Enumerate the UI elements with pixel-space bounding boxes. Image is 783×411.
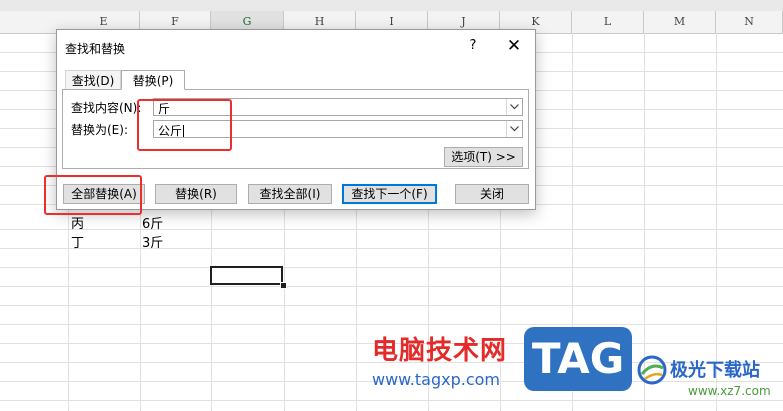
grid-line — [0, 324, 783, 325]
column-header-m[interactable]: M — [644, 11, 716, 33]
column-header-l[interactable]: L — [572, 11, 644, 33]
watermark-url2: www.xz7.com — [688, 384, 771, 398]
tab-replace[interactable]: 替换(P) — [121, 70, 185, 90]
close-button[interactable]: 关闭 — [455, 184, 529, 204]
grid-line — [0, 400, 783, 401]
watermark-brand2: 极光下载站 — [670, 360, 760, 381]
aurora-logo-icon — [636, 354, 668, 386]
find-all-button[interactable]: 查找全部(I) — [248, 184, 332, 204]
find-what-label: 查找内容(N): — [71, 101, 142, 115]
options-button[interactable]: 选项(T) >> — [444, 147, 523, 167]
watermark-url: www.tagxp.com — [372, 370, 500, 389]
tab-find[interactable]: 查找(D) — [65, 70, 121, 90]
column-header-n[interactable]: N — [716, 11, 783, 33]
selected-cell[interactable] — [210, 266, 283, 285]
find-next-button[interactable]: 查找下一个(F) — [342, 184, 437, 204]
replace-button[interactable]: 替换(R) — [155, 184, 237, 204]
replace-panel: 查找内容(N): 斤 替换为(E): 公斤 选项(T) >> — [62, 89, 529, 169]
cell-e-bing[interactable]: 丙 — [71, 213, 84, 232]
highlight-box-inputs — [137, 99, 232, 151]
watermark-site-name: 电脑技术网 — [372, 336, 508, 366]
cell-f-3jin[interactable]: 3斤 — [142, 232, 163, 251]
cell-e-ding[interactable]: 丁 — [71, 232, 84, 251]
fill-handle[interactable] — [280, 282, 287, 289]
watermark-tag-logo: TAG — [524, 327, 632, 391]
close-icon[interactable]: ✕ — [503, 35, 525, 57]
grid-line — [0, 229, 783, 230]
dialog-title: 查找和替换 — [65, 42, 126, 56]
grid-line — [0, 286, 783, 287]
help-button[interactable]: ? — [465, 38, 481, 53]
replace-with-label: 替换为(E): — [71, 123, 128, 137]
chevron-down-icon[interactable] — [506, 99, 522, 115]
grid-line — [0, 248, 783, 249]
grid-line — [0, 305, 783, 306]
chevron-down-icon[interactable] — [506, 121, 522, 137]
cell-f-6jin[interactable]: 6斤 — [142, 213, 163, 232]
grid-line — [0, 267, 783, 268]
highlight-box-replace-all — [44, 175, 142, 215]
